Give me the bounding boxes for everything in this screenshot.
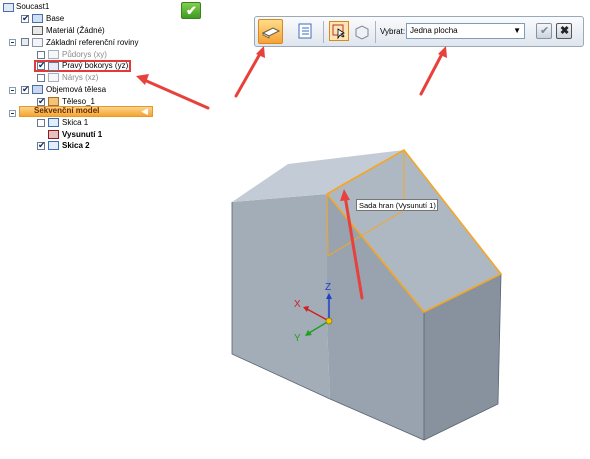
model-viewport[interactable] — [0, 0, 590, 459]
axis-y-label: Y — [294, 333, 301, 344]
axis-z-label: Z — [325, 282, 332, 293]
axis-x-label: X — [294, 299, 301, 310]
tooltip: Sada hran (Vysunutí 1) — [356, 199, 438, 211]
left-face[interactable] — [232, 194, 330, 399]
